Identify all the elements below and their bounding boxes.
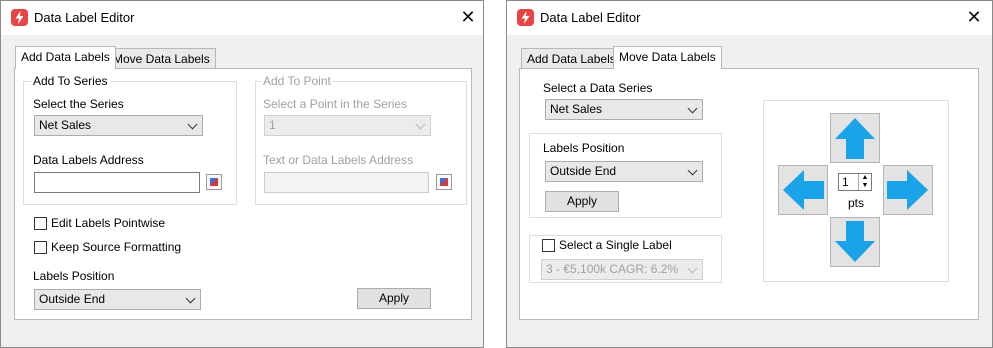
select-data-series-label: Select a Data Series <box>543 81 653 95</box>
data-labels-address-input[interactable] <box>34 172 200 193</box>
select-point-label: Select a Point in the Series <box>263 97 408 111</box>
point-select[interactable]: 1 <box>264 115 431 136</box>
labels-position-value: Outside End <box>550 164 617 178</box>
single-label-label: Select a Single Label <box>559 238 672 252</box>
single-label-select[interactable]: 3 - €5,100k CAGR: 6.2% <box>541 259 703 280</box>
move-up-button[interactable] <box>830 113 880 163</box>
keep-formatting-checkbox[interactable] <box>34 241 47 254</box>
tab-add-data-labels[interactable]: Add Data Labels <box>521 48 622 69</box>
edit-pointwise-label: Edit Labels Pointwise <box>51 216 166 230</box>
add-to-point-legend: Add To Point <box>261 74 333 88</box>
window-title: Data Label Editor <box>540 10 641 25</box>
left-dialog-window: Data Label Editor ✕ Add Data Labels Move… <box>0 0 484 348</box>
labels-position-label: Labels Position <box>33 269 115 283</box>
select-series-label: Select the Series <box>33 97 124 111</box>
series-select[interactable]: Net Sales <box>34 115 203 136</box>
arrow-up-icon <box>835 118 875 159</box>
series-select-value: Net Sales <box>39 118 92 132</box>
close-icon[interactable]: ✕ <box>965 8 983 26</box>
data-series-value: Net Sales <box>550 102 603 116</box>
apply-button[interactable]: Apply <box>357 288 431 309</box>
move-unit-label: pts <box>848 196 865 210</box>
range-picker-icon[interactable] <box>436 174 452 190</box>
single-label-value: 3 - €5,100k CAGR: 6.2% <box>546 262 679 276</box>
apply-button[interactable]: Apply <box>545 191 619 212</box>
move-right-button[interactable] <box>883 165 933 215</box>
keep-formatting-label: Keep Source Formatting <box>51 240 182 254</box>
chevron-down-icon <box>185 293 196 304</box>
stepper-up-icon[interactable]: ▲ <box>858 174 871 182</box>
tab-move-data-labels[interactable]: Move Data Labels <box>613 46 722 69</box>
app-logo-icon <box>11 9 28 26</box>
chevron-down-icon <box>687 263 698 274</box>
data-series-select[interactable]: Net Sales <box>545 99 703 120</box>
tab-add-data-labels[interactable]: Add Data Labels <box>15 46 116 69</box>
edit-pointwise-checkbox[interactable] <box>34 217 47 230</box>
close-icon[interactable]: ✕ <box>459 8 477 26</box>
range-picker-icon[interactable] <box>206 174 222 190</box>
move-step-stepper[interactable]: 1 ▲ ▼ <box>838 173 872 191</box>
labels-position-label: Labels Position <box>543 141 625 155</box>
point-address-input[interactable] <box>264 172 429 193</box>
arrow-down-icon <box>835 221 875 262</box>
point-address-label: Text or Data Labels Address <box>263 153 414 167</box>
arrow-right-icon <box>887 170 928 210</box>
right-dialog-window: Data Label Editor ✕ Add Data Labels Move… <box>506 0 993 348</box>
add-to-series-legend: Add To Series <box>31 74 110 88</box>
chevron-down-icon <box>687 165 698 176</box>
labels-position-select[interactable]: Outside End <box>34 289 201 310</box>
left-tab-panel: Add To Series Select the Series Net Sale… <box>14 68 472 320</box>
point-select-value: 1 <box>269 118 276 132</box>
move-down-button[interactable] <box>830 217 880 267</box>
right-title-bar: Data Label Editor ✕ <box>507 1 992 35</box>
arrow-left-icon <box>783 170 824 210</box>
chevron-down-icon <box>415 119 426 130</box>
chevron-down-icon <box>187 119 198 130</box>
right-tab-panel: Select a Data Series Net Sales Labels Po… <box>519 68 979 320</box>
left-title-bar: Data Label Editor ✕ <box>1 1 483 35</box>
chevron-down-icon <box>687 103 698 114</box>
stepper-down-icon[interactable]: ▼ <box>858 182 871 190</box>
labels-position-select[interactable]: Outside End <box>545 161 703 182</box>
window-title: Data Label Editor <box>34 10 135 25</box>
move-step-value: 1 <box>842 175 849 189</box>
tab-move-data-labels[interactable]: Move Data Labels <box>107 48 216 69</box>
labels-position-value: Outside End <box>39 292 106 306</box>
single-label-checkbox[interactable] <box>542 239 555 252</box>
move-left-button[interactable] <box>778 165 828 215</box>
app-logo-icon <box>517 9 534 26</box>
data-labels-address-label: Data Labels Address <box>33 153 144 167</box>
